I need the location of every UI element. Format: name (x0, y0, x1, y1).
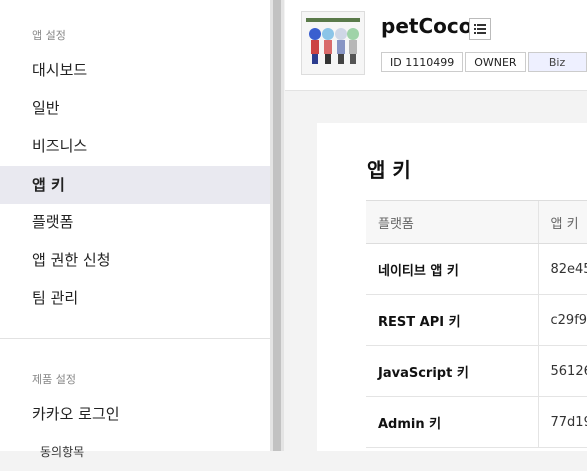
column-header-platform: 플랫폼 (366, 200, 538, 244)
sidebar: 앱 설정 대시보드 일반 비즈니스 앱 키 플랫폼 앱 권한 신청 팀 관리 제… (0, 0, 270, 459)
table-row: 네이티브 앱 키 82e45 (366, 243, 587, 295)
platform-cell: JavaScript 키 (366, 345, 538, 397)
sidebar-item-business[interactable]: 비즈니스 (0, 127, 270, 165)
platform-cell: Admin 키 (366, 396, 538, 448)
column-header-app-key: 앱 키 (537, 200, 587, 244)
card-title: 앱 키 (367, 158, 411, 182)
sidebar-item-app-permission-request[interactable]: 앱 권한 신청 (0, 241, 270, 279)
table-row: REST API 키 c29f9 (366, 294, 587, 346)
sidebar-item-app-keys[interactable]: 앱 키 (0, 166, 270, 204)
table-header-row: 플랫폼 앱 키 (366, 200, 587, 244)
app-icon (301, 11, 365, 75)
sidebar-item-platform[interactable]: 플랫폼 (0, 203, 270, 241)
app-keys-card: 앱 키 플랫폼 앱 키 네이티브 앱 키 82e45 REST API 키 c2… (317, 123, 587, 451)
sidebar-item-dashboard[interactable]: 대시보드 (0, 51, 270, 89)
biz-badge: Biz (527, 52, 587, 72)
key-cell[interactable]: 82e45 (537, 243, 587, 295)
sidebar-item-team-management[interactable]: 팀 관리 (0, 279, 270, 317)
role-badge: OWNER (465, 52, 526, 72)
section-title-product-settings: 제품 설정 (32, 373, 76, 386)
app-name: petCoco (381, 14, 473, 38)
sidebar-scrollbar-thumb[interactable] (273, 0, 281, 451)
key-cell[interactable]: 56126 (537, 345, 587, 397)
app-header: petCoco ID 1110499 OWNER Biz (285, 0, 587, 91)
key-cell[interactable]: 77d19 (537, 396, 587, 448)
platform-cell: 네이티브 앱 키 (366, 243, 538, 295)
section-title-app-settings: 앱 설정 (32, 29, 66, 42)
table-row: Admin 키 77d19 (366, 396, 587, 448)
list-icon (474, 24, 486, 34)
sidebar-subitem-consent-items[interactable]: 동의항목 (40, 433, 240, 471)
sidebar-item-general[interactable]: 일반 (0, 89, 270, 127)
app-id-badge: ID 1110499 (381, 52, 464, 72)
sidebar-divider (0, 338, 270, 339)
app-keys-table: 플랫폼 앱 키 네이티브 앱 키 82e45 REST API 키 c29f9 … (366, 200, 587, 448)
app-badges: ID 1110499 OWNER Biz (381, 52, 587, 72)
platform-cell: REST API 키 (366, 294, 538, 346)
table-row: JavaScript 키 56126 (366, 345, 587, 397)
sidebar-item-kakao-login[interactable]: 카카오 로그인 (0, 395, 270, 433)
key-cell[interactable]: c29f9 (537, 294, 587, 346)
app-list-button[interactable] (469, 18, 491, 40)
